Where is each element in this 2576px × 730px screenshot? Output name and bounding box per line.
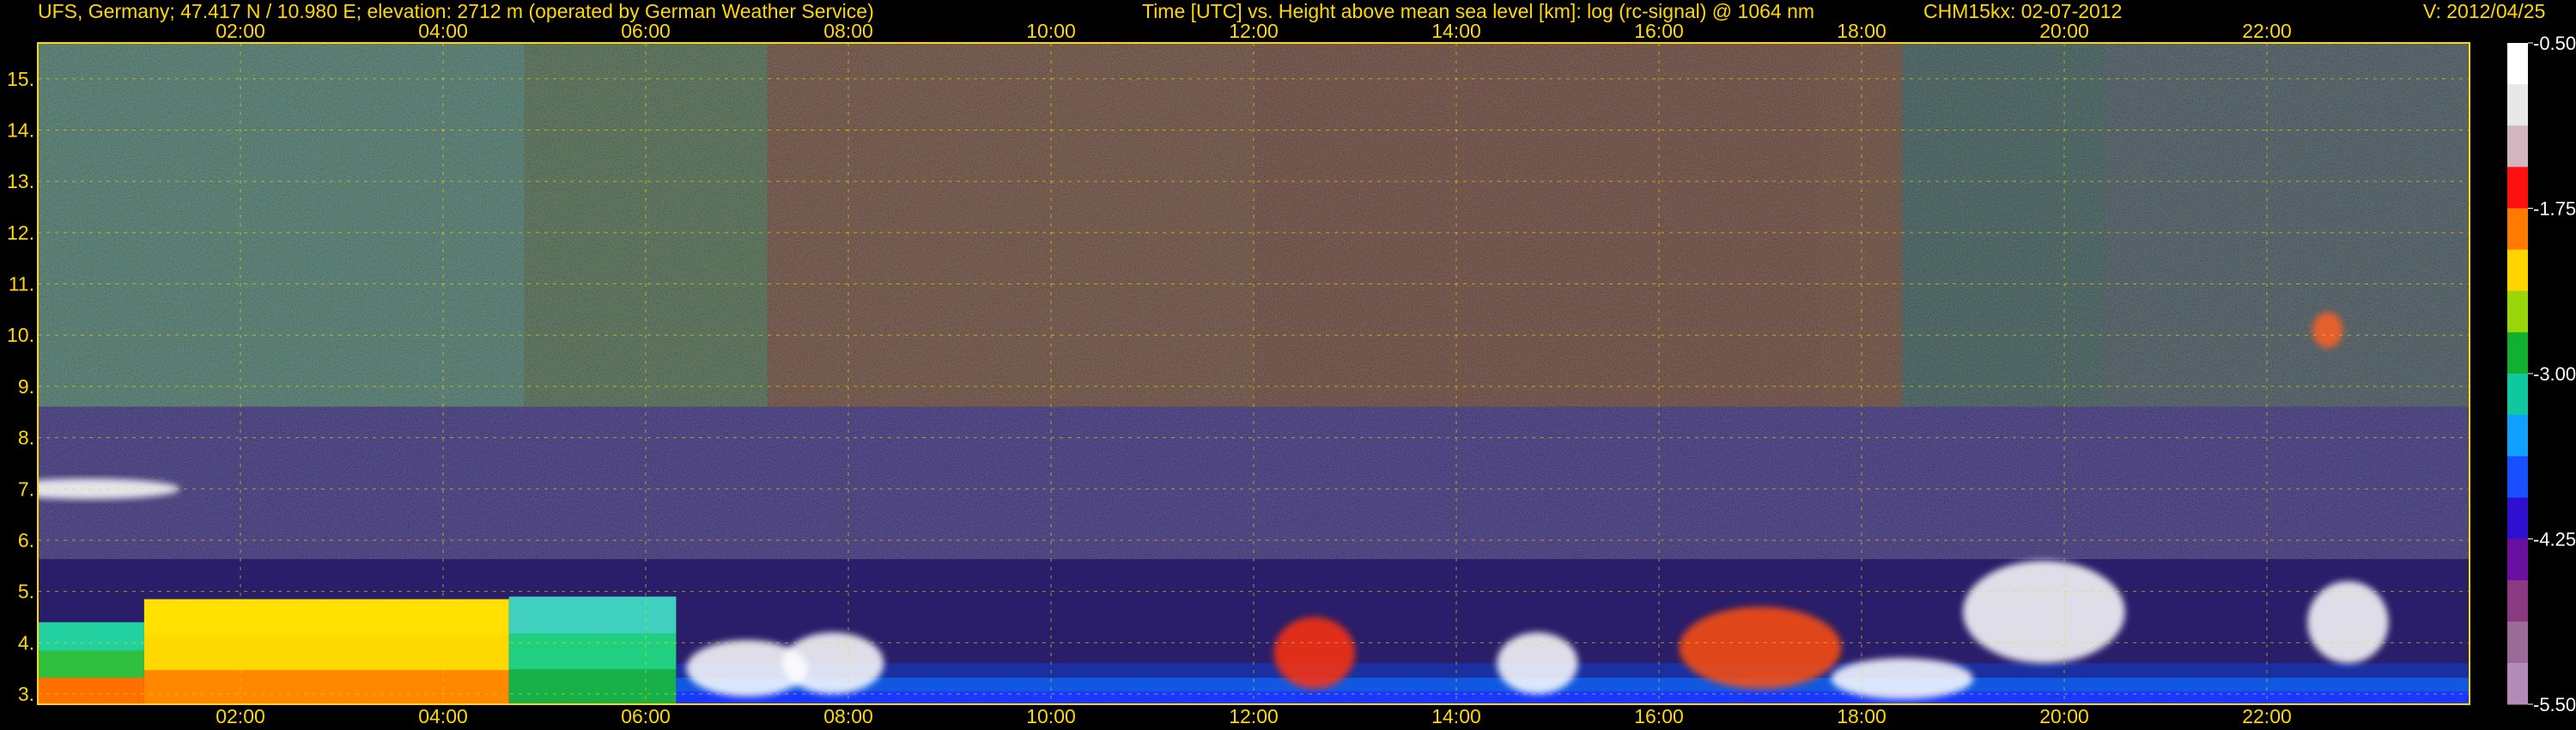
aerosol-layer-band [143,634,509,671]
aerosol-layer-band [38,649,144,678]
colorbar-swatch [2507,249,2528,292]
cloud-blob [1497,632,1578,695]
y-tick-label: 3. [18,683,34,705]
aerosol-layer-band [676,690,2470,704]
y-tick-label: 10. [7,324,34,346]
y-tick-label: 7. [18,478,34,500]
x-tick-label: 22:00 [2242,705,2292,727]
y-tick-label: 6. [18,529,34,551]
cloud-blob [1963,560,2125,664]
colorbar-swatch [2507,374,2528,416]
aerosol-layer-band [143,669,509,704]
x-tick-label: 06:00 [621,20,671,42]
y-tick-label: 5. [18,581,34,603]
aerosol-layer-band [143,599,509,636]
cloud-blob [1679,606,1842,690]
y-tick-label: 15. [7,68,34,90]
x-tick-label: 18:00 [1837,705,1886,727]
x-tick-label: 20:00 [2039,20,2089,42]
colorbar-tick-label: -0.50 [2533,33,2576,54]
colorbar-swatch [2507,43,2528,85]
colorbar: -0.50 -1.75 -3.00 -4.25 -5.50 [2507,33,2576,715]
x-tick-label: 04:00 [418,705,468,727]
x-tick-label: 12:00 [1229,20,1279,42]
x-tick-label: 02:00 [216,705,265,727]
x-tick-label: 18:00 [1837,20,1886,42]
x-tick-label: 04:00 [418,20,468,42]
y-tick-label: 4. [18,631,34,654]
x-tick-label: 10:00 [1026,705,1076,727]
x-tick-label: 08:00 [823,20,873,42]
x-tick-label: 16:00 [1634,20,1684,42]
y-tick-label: 11. [9,273,34,295]
x-tick-label: 14:00 [1431,20,1481,42]
x-tick-label: 08:00 [823,705,873,727]
colorbar-tick-label: -4.25 [2533,529,2576,551]
aerosol-layer-band [508,596,677,634]
colorbar-swatch [2507,662,2528,705]
colorbar-swatch [2507,415,2528,457]
x-tick-labels-bottom: 02:00 04:00 06:00 08:00 10:00 12:00 14:00 16:00… [216,705,2292,727]
y-tick-labels: 3. 4. 5. 6. 7. 8. 9. 10. 11. 12. 13. 14. 15. [7,68,34,705]
colorbar-swatch [2507,208,2528,251]
colorbar-tick-label: -5.50 [2533,694,2576,715]
x-tick-label: 22:00 [2242,20,2292,42]
y-tick-label: 12. [7,222,34,244]
colorbar-swatch [2507,290,2528,333]
colorbar-swatch [2507,580,2528,623]
colorbar-tick-label: -3.00 [2533,363,2576,385]
x-tick-label: 02:00 [216,20,265,42]
colorbar-swatch [2507,125,2528,167]
x-tick-label: 12:00 [1229,705,1279,727]
aerosol-layer-band [38,677,144,704]
x-tick-label: 16:00 [1634,705,1684,727]
y-tick-label: 8. [18,427,34,449]
lidar-chart: 02:00 04:00 06:00 08:00 10:00 12:00 14:00 16:00… [7,20,2576,727]
x-tick-label: 20:00 [2039,705,2089,727]
y-tick-label: 14. [7,119,34,141]
colorbar-swatch [2507,167,2528,209]
colorbar-swatch [2507,497,2528,539]
colorbar-swatch [2507,84,2528,126]
x-tick-label: 14:00 [1431,705,1481,727]
aerosol-layer-band [676,677,2470,692]
x-tick-label: 10:00 [1026,20,1076,42]
x-tick-labels-top: 02:00 04:00 06:00 08:00 10:00 12:00 14:00 16:00… [216,20,2292,42]
cloud-blob [1273,617,1356,690]
colorbar-swatch [2507,538,2528,581]
colorbar-swatch [2507,456,2528,498]
y-tick-label: 9. [18,375,34,398]
colorbar-swatch [2507,621,2528,664]
colorbar-swatch [2507,332,2528,374]
cloud-blob [782,632,884,695]
cloud-blob [1831,658,1973,700]
aerosol-layer-band [508,632,677,670]
y-tick-label: 13. [7,170,34,192]
aerosol-layer-band [38,622,144,651]
x-tick-label: 06:00 [621,705,671,727]
cloud-blob [2307,581,2389,664]
aerosol-layer-band [508,668,677,704]
cloud-blob [2312,312,2343,349]
colorbar-tick-label: -1.75 [2533,198,2576,220]
